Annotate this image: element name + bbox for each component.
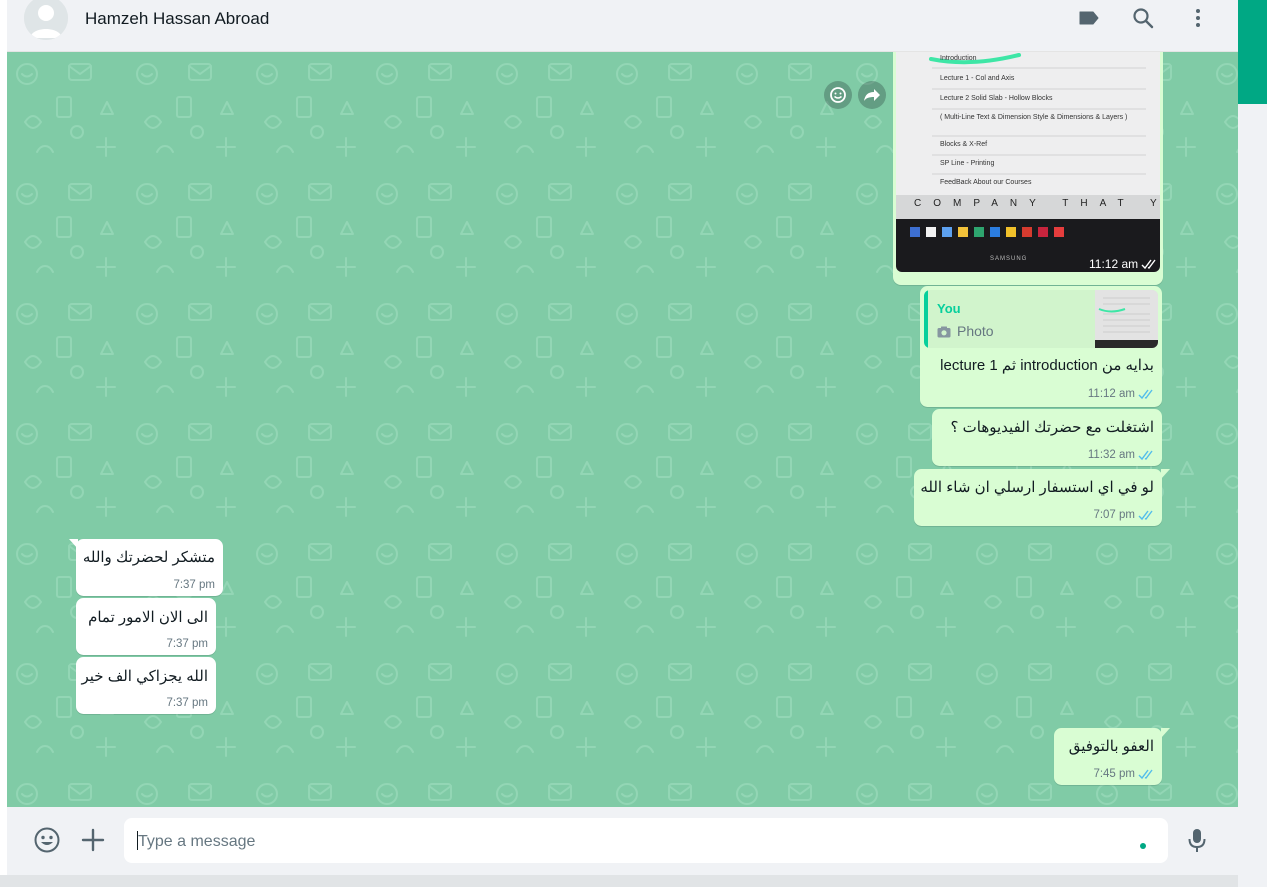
- photo-line-6: SP Line - Printing: [940, 160, 995, 167]
- photo-line-2: Lecture 1 - Col and Axis: [940, 75, 1015, 82]
- attach-plus-icon[interactable]: [79, 826, 107, 854]
- avatar[interactable]: [24, 0, 68, 40]
- quote-author: You: [937, 301, 961, 316]
- message-text: الى الان الامور تمام: [88, 609, 208, 626]
- photo-line-7: FeedBack About our Courses: [940, 179, 1032, 186]
- double-check-icon: [1138, 389, 1153, 400]
- react-button[interactable]: [824, 81, 852, 109]
- outgoing-message[interactable]: اشتغلت مع حضرتك الفيديوهات ؟ 11:32 am: [932, 409, 1162, 466]
- message-time: 7:45 pm: [1093, 768, 1135, 780]
- bubble-tail: [1161, 728, 1170, 738]
- photo-line-5: Blocks & X-Ref: [940, 141, 988, 148]
- forward-icon: [864, 89, 880, 101]
- menu-icon[interactable]: [1186, 6, 1210, 30]
- quote-bar: [924, 290, 928, 348]
- quoted-message[interactable]: You Photo: [924, 290, 1158, 348]
- message-time: 7:07 pm: [1093, 509, 1135, 521]
- forward-button[interactable]: [858, 81, 886, 109]
- reply-message[interactable]: You Photo بدايه من introduction ثم lectu…: [920, 286, 1162, 407]
- emoji-icon[interactable]: [33, 826, 61, 854]
- message-text: الله يجزاكي الف خير: [81, 668, 208, 685]
- bubble-tail: [69, 539, 78, 549]
- photo-time: 11:12 am: [1089, 257, 1139, 271]
- double-check-icon: [1138, 769, 1153, 780]
- label-icon[interactable]: [1077, 6, 1101, 30]
- message-text: بدايه من introduction ثم lecture 1: [940, 357, 1154, 374]
- incoming-message[interactable]: الله يجزاكي الف خير 7:37 pm: [76, 657, 216, 714]
- bubble-tail: [1161, 469, 1170, 479]
- incoming-message[interactable]: متشكر لحضرتك والله 7:37 pm: [69, 539, 223, 596]
- message-input[interactable]: [136, 818, 1130, 865]
- message-text: العفو بالتوفيق: [1068, 738, 1154, 755]
- screen-photo-drawing: [896, 52, 1160, 272]
- status-dot: [1140, 843, 1146, 849]
- camera-icon: [937, 326, 951, 338]
- quote-thumbnail: [1095, 290, 1158, 348]
- contact-name[interactable]: Hamzeh Hassan Abroad: [85, 9, 269, 29]
- quote-thumbnail-drawing: [1095, 290, 1158, 348]
- photo-line-1: Introduction: [940, 55, 977, 62]
- search-icon[interactable]: [1131, 6, 1155, 30]
- message-time: 11:32 am: [1087, 449, 1135, 461]
- double-check-icon: [1141, 259, 1156, 270]
- right-accent-bar: [1238, 0, 1267, 104]
- microphone-icon[interactable]: [1183, 826, 1211, 854]
- outgoing-message[interactable]: لو في اي استسفار ارسلي ان شاء الله 7:07 …: [914, 469, 1170, 526]
- double-check-icon: [1138, 510, 1153, 521]
- double-check-icon: [1138, 450, 1153, 461]
- photo-line-3: Lecture 2 Solid Slab - Hollow Blocks: [940, 95, 1053, 102]
- composer-bar: [7, 807, 1238, 875]
- text-caret: [137, 831, 138, 850]
- chat-header[interactable]: Hamzeh Hassan Abroad: [7, 0, 1238, 52]
- photo-message[interactable]: Introduction Lecture 1 - Col and Axis Le…: [893, 52, 1163, 285]
- message-composer[interactable]: [124, 818, 1168, 865]
- message-time: 11:12 am: [1087, 388, 1135, 400]
- message-text: متشكر لحضرتك والله: [82, 549, 215, 566]
- outgoing-message[interactable]: العفو بالتوفيق 7:45 pm: [1054, 728, 1170, 785]
- message-time: 7:37 pm: [166, 638, 208, 650]
- window-bottom-edge: [0, 875, 1238, 887]
- message-text: اشتغلت مع حضرتك الفيديوهات ؟: [950, 419, 1154, 436]
- default-avatar-icon: [24, 0, 68, 40]
- photo-thumbnail[interactable]: Introduction Lecture 1 - Col and Axis Le…: [896, 52, 1160, 272]
- emoji-icon: [830, 87, 846, 103]
- chat-area[interactable]: Introduction Lecture 1 - Col and Axis Le…: [7, 52, 1238, 807]
- message-time: 7:37 pm: [173, 579, 215, 591]
- right-panel-edge: [1238, 0, 1267, 887]
- message-time: 7:37 pm: [166, 697, 208, 709]
- photo-line-4: ( Multi-Line Text & Dimension Style & Di…: [940, 114, 1128, 121]
- photo-brand-text: SAMSUNG: [990, 256, 1028, 262]
- quote-photo-label: Photo: [957, 323, 994, 339]
- photo-banner-text: COMPANY THAT YOU: [914, 198, 1160, 209]
- message-text: لو في اي استسفار ارسلي ان شاء الله: [920, 479, 1154, 496]
- incoming-message[interactable]: الى الان الامور تمام 7:37 pm: [76, 598, 216, 655]
